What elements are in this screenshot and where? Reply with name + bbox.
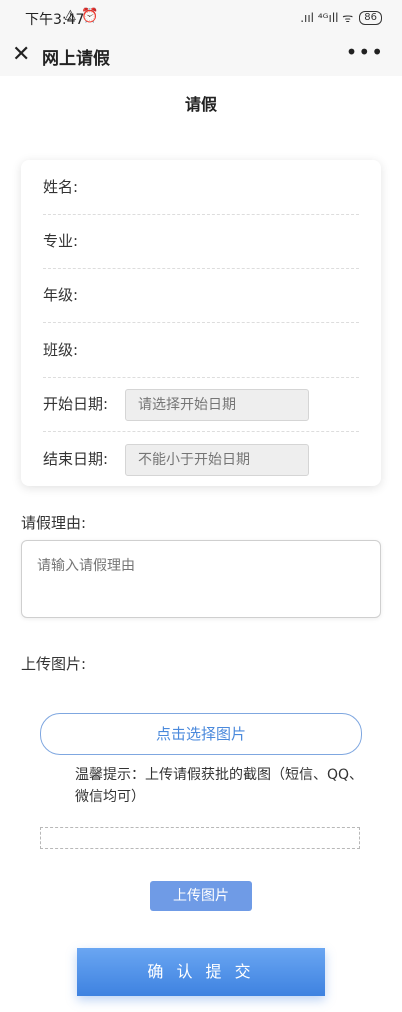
- signal-icon: .ııl ⁴ᴳıll ᯤ: [300, 11, 354, 25]
- page-title: 请假: [184, 95, 217, 114]
- start-date-label: 开始日期:: [43, 395, 109, 413]
- image-preview-area: [40, 827, 360, 849]
- battery-icon: 86: [359, 10, 382, 25]
- status-bar: 下午3:47 ⚠ ⏰ .ııl ⁴ᴳıll ᯤ 86: [0, 0, 402, 36]
- row-class: 班级:: [43, 323, 359, 378]
- upload-hint: 温馨提示：上传请假获批的截图（短信、QQ、微信均可）: [75, 767, 364, 805]
- choose-image-button[interactable]: 点击选择图片: [40, 713, 362, 755]
- reason-label: 请假理由:: [21, 514, 87, 532]
- major-label: 专业:: [43, 232, 79, 250]
- grade-label: 年级:: [43, 286, 79, 304]
- start-date-input[interactable]: [125, 389, 309, 421]
- row-grade: 年级:: [43, 268, 359, 323]
- name-label: 姓名:: [43, 178, 79, 196]
- row-name: 姓名:: [43, 160, 359, 215]
- nav-bar: ✕ 网上请假 •••: [0, 36, 402, 76]
- close-icon[interactable]: ✕: [12, 42, 30, 68]
- row-major: 专业:: [43, 214, 359, 269]
- upload-image-button[interactable]: 上传图片: [150, 881, 252, 911]
- upload-label: 上传图片:: [21, 655, 87, 673]
- reason-input[interactable]: [21, 540, 381, 618]
- row-start-date: 开始日期:: [43, 377, 359, 432]
- end-date-input[interactable]: [125, 444, 309, 476]
- end-date-label: 结束日期:: [43, 450, 109, 468]
- status-right: .ııl ⁴ᴳıll ᯤ 86: [300, 9, 382, 26]
- submit-button[interactable]: 确 认 提 交: [77, 948, 325, 996]
- class-label: 班级:: [43, 341, 79, 359]
- row-end-date: 结束日期:: [43, 432, 359, 486]
- notification-icons: ⚠ ⏰: [64, 8, 99, 24]
- nav-title: 网上请假: [42, 49, 110, 69]
- more-icon[interactable]: •••: [346, 40, 384, 64]
- form-card: 姓名: 专业: 年级: 班级: 开始日期: 结束日期:: [21, 160, 381, 486]
